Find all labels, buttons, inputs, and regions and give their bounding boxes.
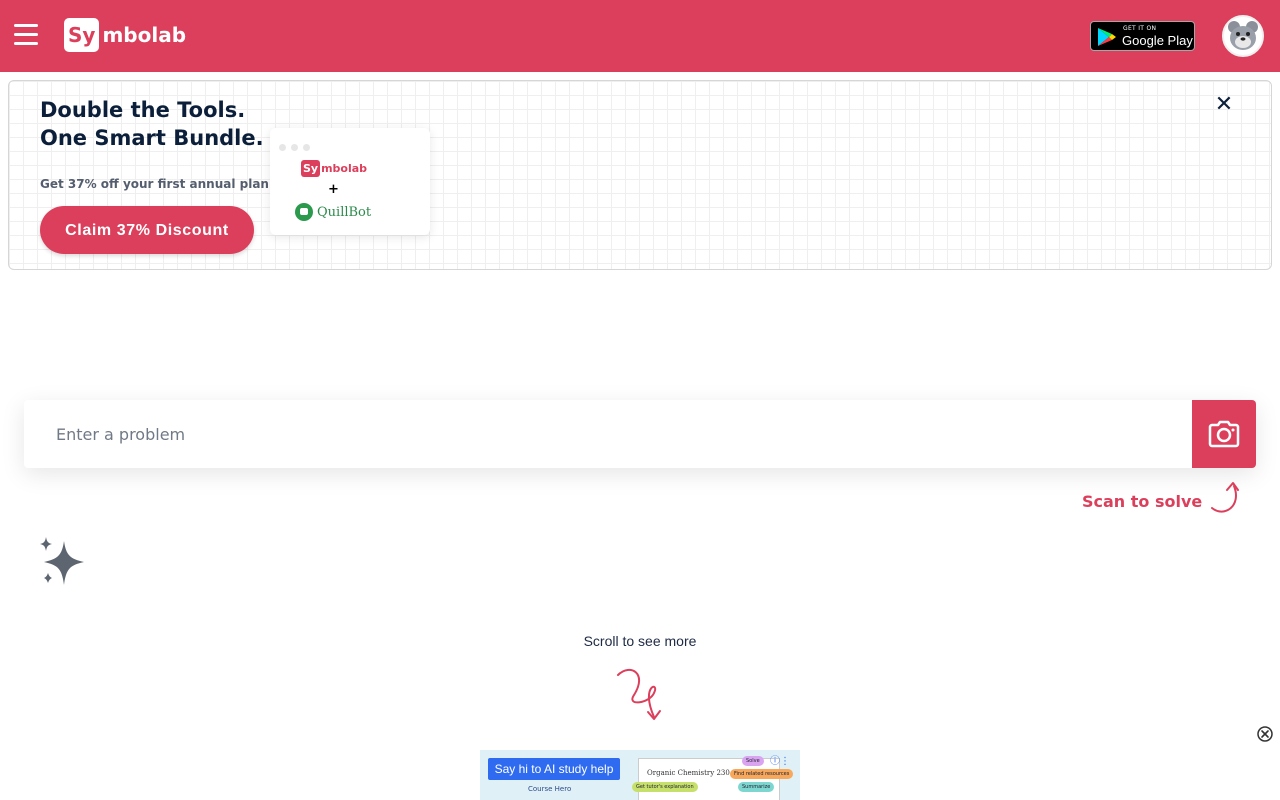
scan-camera-button[interactable] bbox=[1192, 400, 1256, 468]
logo-text: mbolab bbox=[102, 23, 187, 47]
camera-icon bbox=[1208, 420, 1240, 448]
menu-icon[interactable] bbox=[14, 24, 38, 46]
bundle-card: Sy mbolab + QuillBot bbox=[270, 128, 430, 235]
ad-info-icon[interactable]: ⓘ⋮ bbox=[770, 752, 790, 767]
scroll-hint: Scroll to see more bbox=[583, 633, 697, 649]
promo-title-line1: Double the Tools. bbox=[40, 98, 246, 122]
squiggle-arrow-icon bbox=[617, 668, 661, 720]
problem-search-bar bbox=[24, 400, 1256, 468]
problem-input[interactable] bbox=[24, 400, 1192, 468]
google-play-badge[interactable]: GET IT ON Google Play bbox=[1090, 21, 1195, 51]
promo-banner: Double the Tools. One Smart Bundle. Get … bbox=[8, 80, 1272, 270]
window-dots bbox=[279, 136, 315, 155]
bundle-logo-text: mbolab bbox=[321, 162, 368, 175]
user-avatar[interactable] bbox=[1222, 15, 1264, 57]
curved-arrow-icon bbox=[1211, 482, 1239, 513]
bear-avatar-icon bbox=[1228, 21, 1258, 50]
quillbot-icon bbox=[295, 203, 313, 221]
quillbot-text: QuillBot bbox=[317, 204, 372, 220]
ad-chip: Get tutor's explanation bbox=[632, 782, 698, 792]
symbolab-logo[interactable]: Sy mbolab bbox=[64, 17, 186, 53]
close-promo-button[interactable]: ✕ bbox=[1214, 94, 1234, 116]
promo-subtitle: Get 37% off your first annual plan! bbox=[40, 177, 275, 191]
close-ad-icon[interactable] bbox=[1257, 726, 1273, 742]
scan-to-solve-label: Scan to solve bbox=[1082, 492, 1203, 511]
claim-discount-button[interactable]: Claim 37% Discount bbox=[40, 206, 254, 254]
quillbot-logo: QuillBot bbox=[295, 203, 371, 221]
bundle-symbolab-logo: Sy mbolab bbox=[301, 160, 367, 177]
ad-chip: Solve bbox=[742, 756, 764, 766]
google-play-small: GET IT ON bbox=[1123, 25, 1157, 32]
logo-badge: Sy bbox=[64, 18, 100, 52]
ad-cta-button[interactable]: Say hi to AI study help bbox=[488, 758, 620, 780]
promo-title-line2: One Smart Bundle. bbox=[40, 126, 264, 150]
top-header: Sy mbolab GET IT ON Google Play bbox=[0, 0, 1280, 72]
ad-doc-title: Organic Chemistry 230 bbox=[647, 769, 730, 777]
ad-chip: Summarize bbox=[738, 782, 775, 792]
sparkle-icon[interactable] bbox=[38, 535, 88, 587]
ad-chip: Find related resources bbox=[730, 769, 794, 779]
bundle-logo-badge: Sy bbox=[301, 160, 321, 177]
ad-brand: Course Hero bbox=[528, 785, 572, 793]
promo-title: Double the Tools. One Smart Bundle. bbox=[40, 96, 264, 152]
advertisement[interactable]: Say hi to AI study help Course Hero Orga… bbox=[480, 750, 800, 800]
google-play-icon bbox=[1098, 28, 1116, 46]
google-play-label: Google Play bbox=[1122, 33, 1193, 48]
bundle-plus: + bbox=[328, 182, 339, 197]
